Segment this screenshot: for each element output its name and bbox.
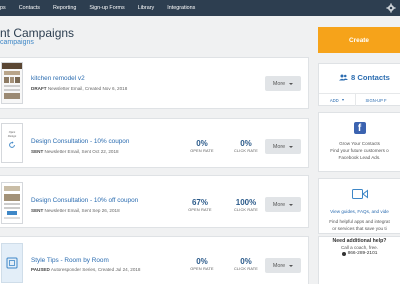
campaign-details: Newsletter Email, Created Nov 6, 2018: [47, 86, 128, 91]
nav-item-contacts[interactable]: Contacts: [19, 5, 40, 11]
autoresponder-icon: [6, 257, 18, 269]
open-rate-value: 0%: [196, 257, 208, 266]
open-rate-label: OPEN RATE: [190, 267, 214, 271]
campaign-title[interactable]: Design Consultation - 10% off coupon: [31, 197, 138, 204]
campaign-title[interactable]: kitchen remodel v2: [31, 75, 85, 82]
create-button[interactable]: Create: [318, 27, 400, 53]
campaign-thumbnail[interactable]: [1, 62, 23, 104]
click-rate-value: 100%: [235, 198, 257, 207]
more-label: More: [272, 262, 286, 269]
campaign-status: SENT: [31, 149, 44, 154]
open-rate-label: OPEN RATE: [190, 149, 214, 153]
more-button[interactable]: More: [265, 76, 301, 91]
campaign-meta: PAUSED Autoresponder Series, Created Jul…: [31, 267, 140, 272]
open-rate-stat: 0% OPEN RATE: [182, 139, 222, 153]
chevron-down-icon: [289, 82, 294, 85]
guides-line: or services that save you ti: [332, 226, 387, 231]
contacts-summary: 8 Contacts ADD SIGN-UP F: [318, 63, 400, 106]
nav-item-campaigns[interactable]: ps: [0, 5, 6, 11]
page-title: nt Campaigns: [0, 26, 75, 40]
guides-line: Find helpful apps and integrat: [329, 219, 390, 224]
campaign-details: Newsletter Email, Sent Oct 22, 2018: [44, 149, 119, 154]
campaign-details: Autoresponder Series, Created Jul 24, 20…: [50, 267, 141, 272]
click-rate-value: 0%: [240, 139, 252, 148]
more-label: More: [272, 201, 286, 208]
more-button[interactable]: More: [265, 197, 301, 212]
top-nav: ps Contacts Reporting Sign-up Forms Libr…: [0, 0, 400, 16]
nav-item-library[interactable]: Library: [138, 5, 154, 11]
contacts-count[interactable]: 8 Contacts: [339, 73, 390, 82]
open-rate-value: 67%: [191, 198, 208, 207]
click-rate-stat: 100% CLICK RATE: [226, 198, 266, 212]
click-rate-label: CLICK RATE: [233, 267, 259, 271]
open-rate-value: 0%: [196, 139, 208, 148]
campaign-meta: SENT Newsletter Email, Sent Sep 26, 2018: [31, 208, 120, 213]
campaign-title[interactable]: Style Tips - Room by Room: [31, 257, 109, 264]
facebook-line: Find your future customers o: [330, 148, 389, 153]
chevron-down-icon: [289, 145, 294, 148]
click-rate-stat: 0% CLICK RATE: [226, 257, 266, 271]
facebook-line: Grow Your Contacts: [339, 141, 380, 146]
chevron-down-icon: [289, 264, 294, 267]
more-label: More: [272, 143, 286, 150]
facebook-icon: f: [353, 122, 366, 134]
contacts-actions: ADD SIGN-UP F: [319, 93, 400, 106]
guides-link[interactable]: View guides, FAQs, and vide: [319, 208, 400, 215]
campaign-thumbnail[interactable]: [1, 182, 23, 224]
nav-item-reporting[interactable]: Reporting: [53, 5, 76, 11]
nav-item-signup-forms[interactable]: Sign-up Forms: [89, 5, 124, 11]
video-icon: [351, 189, 368, 199]
campaign-title[interactable]: Design Consultation - 10% coupon: [31, 138, 129, 145]
open-rate-stat: 67% OPEN RATE: [180, 198, 220, 212]
campaign-row: kitchen remodel v2 DRAFT Newsletter Emai…: [0, 57, 309, 109]
gear-icon[interactable]: [386, 3, 396, 13]
more-label: More: [272, 80, 286, 87]
facebook-line[interactable]: Facebook Lead Ads.: [319, 154, 400, 161]
click-rate-label: CLICK RATE: [233, 208, 259, 212]
chevron-down-icon: [289, 203, 294, 206]
nav-item-integrations[interactable]: Integrations: [167, 5, 195, 11]
help-line: Call a coach, free.: [340, 245, 379, 250]
campaign-meta: DRAFT Newsletter Email, Created Nov 6, 2…: [31, 86, 127, 91]
campaign-details: Newsletter Email, Sent Sep 26, 2018: [44, 208, 120, 213]
campaign-status: SENT: [31, 208, 44, 213]
click-rate-label: CLICK RATE: [233, 149, 259, 153]
more-button[interactable]: More: [265, 139, 301, 154]
help-phone[interactable]: 866-289-2101: [319, 251, 400, 256]
campaign-thumbnail[interactable]: Open Design: [1, 123, 23, 163]
refresh-icon: [9, 141, 15, 148]
campaign-row: Style Tips - Room by Room PAUSED Autores…: [0, 236, 309, 284]
contacts-count-label: 8 Contacts: [351, 73, 390, 82]
guides-panel: View guides, FAQs, and vide Find helpful…: [318, 178, 400, 234]
click-rate-value: 0%: [240, 257, 252, 266]
open-rate-label: OPEN RATE: [188, 208, 212, 212]
facebook-lead-ads-panel: f Grow Your Contacts Find your future cu…: [318, 112, 400, 172]
signup-form-button[interactable]: SIGN-UP F: [354, 94, 400, 106]
open-rate-stat: 0% OPEN RATE: [182, 257, 222, 271]
add-label: ADD: [329, 97, 339, 103]
campaign-meta: SENT Newsletter Email, Sent Oct 22, 2018: [31, 149, 119, 154]
campaign-status: PAUSED: [31, 267, 50, 272]
help-panel: Need additional help? Call a coach, free…: [318, 236, 400, 284]
click-rate-stat: 0% CLICK RATE: [226, 139, 266, 153]
campaign-row: Open Design Design Consultation - 10% cou…: [0, 118, 309, 168]
add-contacts-button[interactable]: ADD: [319, 94, 355, 106]
chevron-down-icon: [341, 99, 344, 101]
campaigns-link[interactable]: campaigns: [0, 39, 34, 46]
campaign-status: DRAFT: [31, 86, 47, 91]
people-icon: [339, 74, 348, 81]
phone-number: 866-289-2101: [347, 251, 378, 256]
campaign-thumbnail[interactable]: [1, 243, 23, 283]
phone-icon: [341, 251, 346, 256]
campaign-row: Design Consultation - 10% off coupon SEN…: [0, 175, 309, 228]
more-button[interactable]: More: [265, 258, 301, 273]
